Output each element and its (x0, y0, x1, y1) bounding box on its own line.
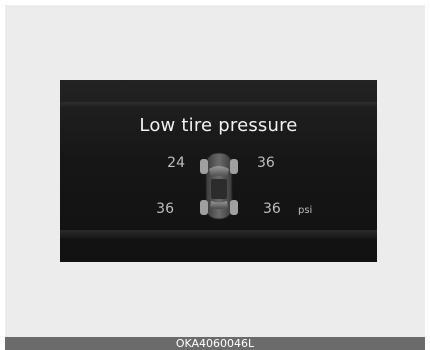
display-top-band (60, 102, 377, 108)
tire-pressure-front-right: 36 (257, 155, 275, 171)
tire-front-right-icon (230, 159, 238, 174)
tire-pressure-rear-right: 36 (263, 201, 281, 217)
car-top-view-icon (200, 152, 238, 220)
tire-rear-right-icon (230, 200, 238, 215)
tire-front-left-icon (200, 159, 208, 174)
cluster-display: Low tire pressure 24 36 36 36 psi (60, 80, 377, 262)
tire-rear-left-icon (200, 200, 208, 215)
figure-code: OKA4060046L (5, 337, 425, 350)
warning-title: Low tire pressure (139, 115, 298, 136)
display-bottom-band (60, 230, 377, 238)
tire-pressure-front-left: 24 (167, 155, 185, 171)
tire-pressure-rear-left: 36 (156, 201, 174, 217)
pressure-unit: psi (298, 205, 313, 216)
